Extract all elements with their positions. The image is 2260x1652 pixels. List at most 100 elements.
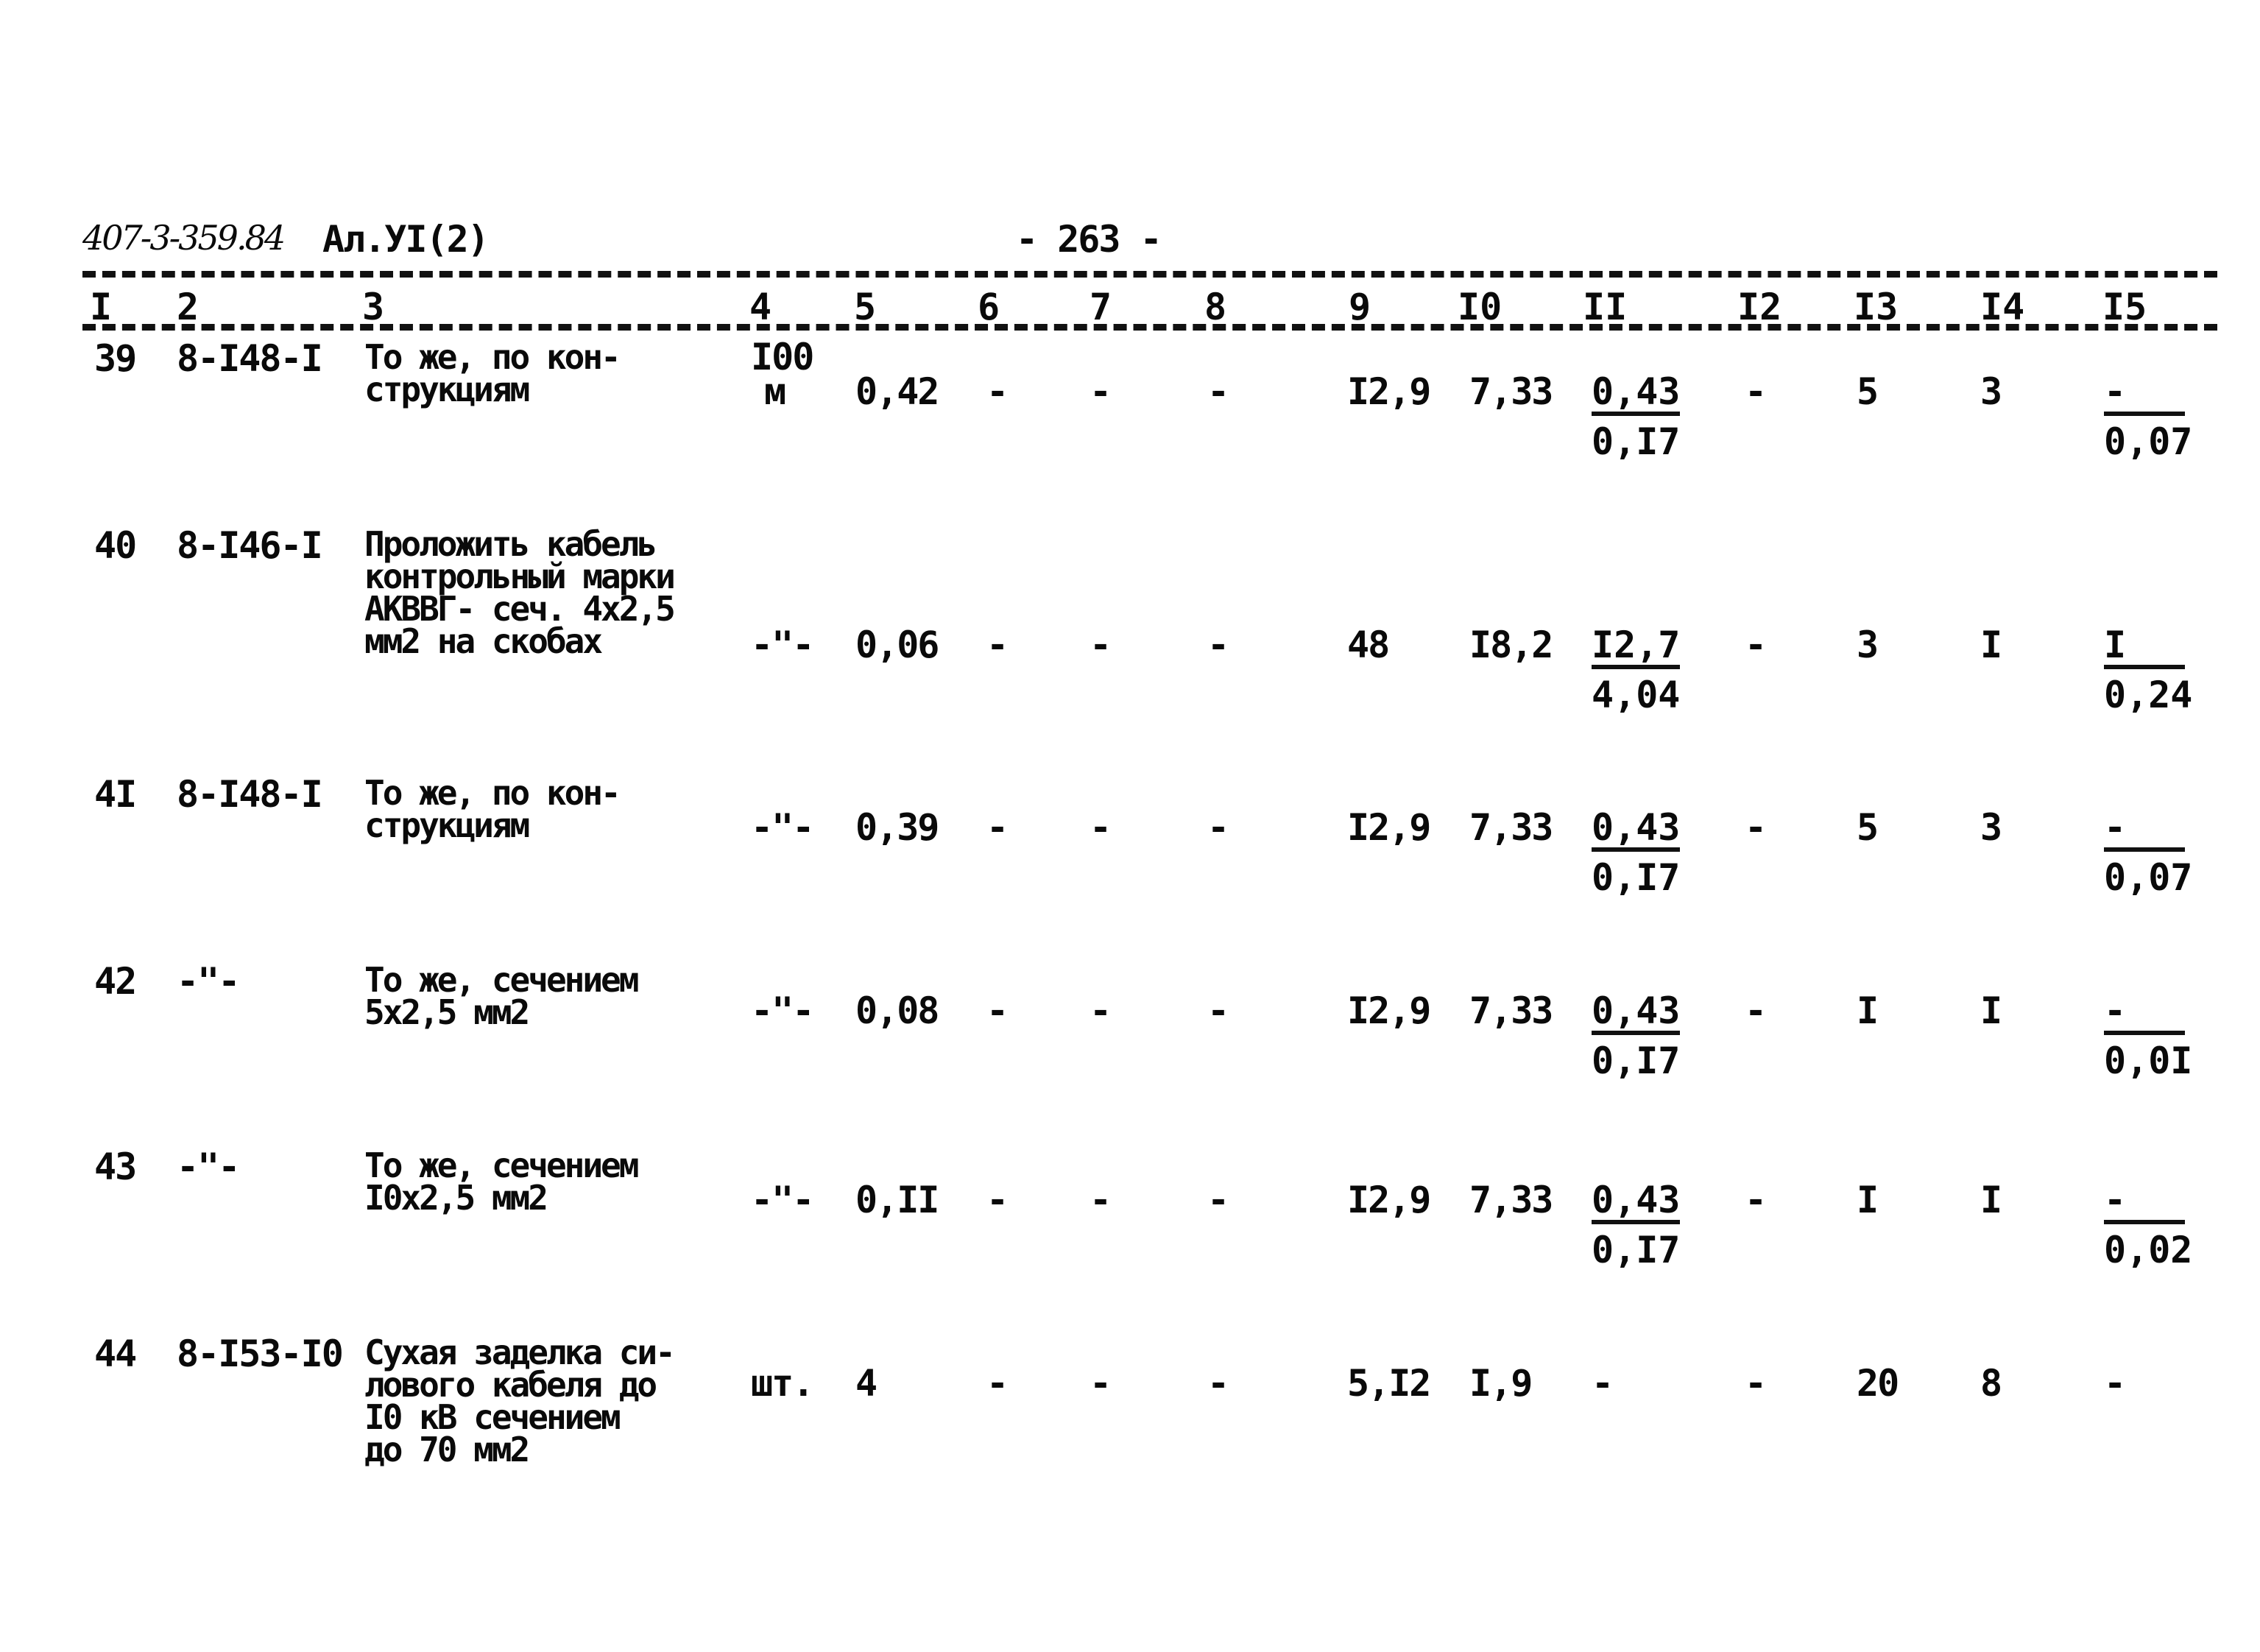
cell-c9: I2,9 [1347,806,1431,849]
cell-c9: I2,9 [1347,1179,1431,1221]
norm-code: 8-I46-I [177,524,323,567]
top-dashed-divider [82,271,2217,278]
cell-c14: 8 [1980,1362,2002,1405]
cell-c12: - [1745,1362,1767,1405]
cell-c8: - [1207,370,1229,413]
col-num-12: I2 [1737,286,1782,328]
row-number: 43 [94,1146,137,1188]
cell-c6: - [986,1362,1009,1405]
cell-c13: I [1857,1179,1879,1221]
unit: -"- [751,1179,814,1221]
col-num-4: 4 [749,286,772,328]
norm-code: 8-I48-I [177,773,323,816]
fraction-denominator: 0,I7 [1592,420,1681,463]
cell-c6: - [986,989,1009,1032]
col-num-9: 9 [1349,286,1371,328]
cell-c5: 0,08 [855,989,939,1032]
row-number: 39 [94,337,137,380]
cell-c10: 7,33 [1469,370,1553,413]
cell-c14: I [1980,624,2002,666]
fraction-c11: 0,43 0,I7 [1592,373,1681,463]
cell-c7: - [1090,370,1112,413]
fraction-numerator: - [2104,373,2185,416]
fraction-numerator: 0,43 [1592,809,1681,852]
cell-c14: 3 [1980,370,2002,413]
cell-c6: - [986,624,1009,666]
fraction-c15: -0,07 [2104,373,2192,460]
cell-c13: 5 [1857,370,1879,413]
fraction-c11: 0,43 0,I7 [1592,1182,1681,1268]
cell-c12: - [1745,1179,1767,1221]
work-description-line: I0х2,5 мм2 [364,1178,548,1218]
cell-c14: I [1980,1179,2002,1221]
page-number: - 263 - [1016,218,1162,261]
fraction-c11: 0,43 0,I7 [1592,809,1681,896]
col-num-15: I5 [2102,286,2147,328]
cell-c12: - [1745,806,1767,849]
cell-c8: - [1207,1362,1229,1405]
cell-c8: - [1207,624,1229,666]
cell-c7: - [1090,1179,1112,1221]
col-num-5: 5 [854,286,877,328]
cell-c9: I2,9 [1347,989,1431,1032]
cell-c9: I2,9 [1347,370,1431,413]
cell-c7: - [1090,1362,1112,1405]
cell-c10: 7,33 [1469,1179,1553,1221]
norm-code: -"- [177,1146,240,1188]
col-num-6: 6 [978,286,1000,328]
fraction-c15: - 0,02 [2104,1182,2192,1268]
cell-c9: 5,I2 [1347,1362,1431,1405]
cell-c8: - [1207,1179,1229,1221]
fraction-denominator: 0,0I [2104,1039,2193,1082]
cell-c12: - [1745,624,1767,666]
cell-c7: - [1090,624,1112,666]
fraction-c11: 0,43 0,I7 [1592,992,1681,1082]
fraction-numerator: I [2104,626,2185,669]
row-number: 4I [94,773,137,816]
cell-c12: - [1745,989,1767,1032]
col-num-13: I3 [1854,286,1899,328]
fraction-c11: I2,7 4,04 [1592,626,1681,713]
cell-c5: 0,42 [855,370,939,413]
cell-c8: - [1207,989,1229,1032]
cell-c13: 20 [1857,1362,1899,1405]
norm-code: 8-I48-I [177,337,323,380]
cell-c10: 7,33 [1469,989,1553,1032]
cell-c6: - [986,370,1009,413]
cell-c5: 4 [855,1362,877,1405]
cell-c10: I,9 [1469,1362,1533,1405]
document-code: 407-3-359.84 [82,218,286,258]
col-num-11: II [1583,286,1628,328]
fraction-denominator: 0,I7 [1592,1039,1681,1082]
fraction-denominator: 0,07 [2104,420,2193,463]
fraction-c15: -0,0I [2104,992,2192,1079]
col-num-1: I [90,286,113,328]
fraction-denominator: 0,24 [2104,674,2193,716]
unit-line: м [764,370,786,413]
unit: -"- [751,624,814,666]
fraction-numerator: - [1592,1362,1614,1405]
unit: -"- [751,989,814,1032]
cell-c8: - [1207,806,1229,849]
cell-c12: - [1745,370,1767,413]
col-num-14: I4 [1980,286,2025,328]
cell-c5: 0,39 [855,806,939,849]
fraction-numerator: - [2104,809,2185,852]
work-description-line: мм2 на скобах [364,621,603,661]
cell-c5: 0,II [855,1179,939,1221]
cell-c7: - [1090,806,1112,849]
col-num-8: 8 [1204,286,1227,328]
row-number: 42 [94,960,137,1003]
cell-c14: 3 [1980,806,2002,849]
cell-c5: 0,06 [855,624,939,666]
fraction-numerator: - [2104,1182,2185,1224]
fraction-c11: - [1592,1365,1614,1409]
cell-c13: 3 [1857,624,1879,666]
row-number: 44 [94,1332,137,1375]
work-description-line: струкциям [364,370,530,409]
fraction-c15: - [2104,1365,2126,1409]
cell-c6: - [986,806,1009,849]
cell-c7: - [1090,989,1112,1032]
norm-code: 8-I53-I0 [177,1332,344,1375]
fraction-numerator: - [2104,992,2185,1035]
